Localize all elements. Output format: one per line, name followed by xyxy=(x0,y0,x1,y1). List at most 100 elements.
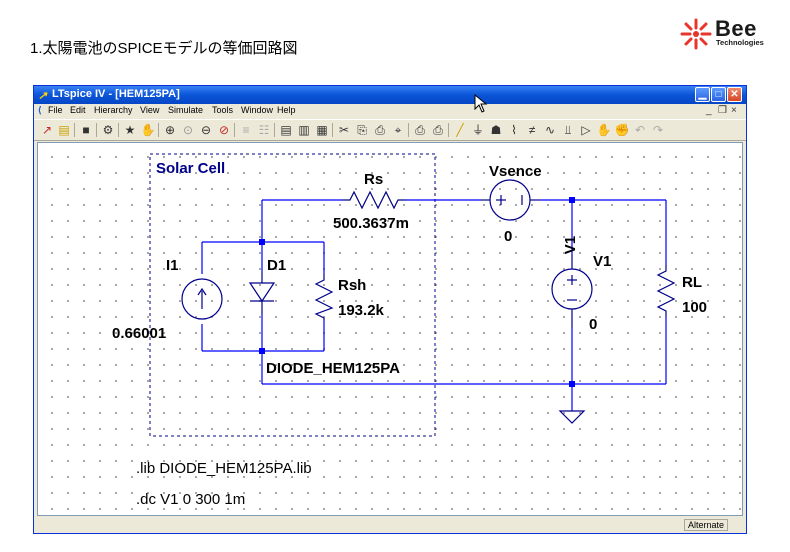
ltspice-app-icon: ↗ xyxy=(38,90,48,102)
print-setup-icon[interactable]: ⎙ xyxy=(412,122,428,138)
vsence-name: Vsence xyxy=(489,163,542,180)
menu-file[interactable]: File xyxy=(48,105,63,115)
diode-icon[interactable]: ⫫ xyxy=(560,122,576,138)
i1-current-source xyxy=(181,278,223,320)
slide-heading: 1.太陽電池のSPICEモデルの等価回路図 xyxy=(30,40,298,57)
rsh-name: Rsh xyxy=(338,277,366,294)
rs-name: Rs xyxy=(364,171,383,188)
cut-icon[interactable]: ✂ xyxy=(336,122,352,138)
v1-net-label: V1 xyxy=(562,236,579,254)
menu-tools[interactable]: Tools xyxy=(212,105,233,115)
menu-simulate[interactable]: Simulate xyxy=(168,105,203,115)
window-titlebar[interactable]: ↗ LTspice IV - [HEM125PA] ▁ □ ✕ xyxy=(34,86,746,104)
menu-hierarchy[interactable]: Hierarchy xyxy=(94,105,133,115)
schematic-canvas[interactable]: Solar Cell Rs 500.3637m Vsence 0 I1 0.66… xyxy=(37,142,743,516)
lib-directive: .lib DIODE_HEM125PA.lib xyxy=(136,460,312,477)
vsence-source xyxy=(480,179,540,221)
toolbar-separator xyxy=(96,123,97,137)
tile-vertical-icon[interactable]: ▥ xyxy=(296,122,312,138)
solar-cell-boundary xyxy=(149,153,436,437)
mdi-close-button[interactable]: × xyxy=(731,105,737,116)
minimize-button[interactable]: ▁ xyxy=(695,87,710,102)
rl-resistor xyxy=(656,265,676,317)
bee-logo-icon xyxy=(680,18,712,50)
ltspice-window: ↗ LTspice IV - [HEM125PA] ▁ □ ✕ ⟨ File E… xyxy=(33,85,747,534)
menu-view[interactable]: View xyxy=(140,105,159,115)
move-icon[interactable]: ✋ xyxy=(596,122,612,138)
inductor-icon[interactable]: ∿ xyxy=(542,122,558,138)
grid-icon[interactable]: ☷ xyxy=(256,122,272,138)
i1-value: 0.66001 xyxy=(112,325,166,342)
v1-value: 0 xyxy=(589,316,597,333)
schematic-drawing: Solar Cell Rs 500.3637m Vsence 0 I1 0.66… xyxy=(112,153,707,508)
mdi-app-icon[interactable]: ⟨ xyxy=(38,105,42,116)
menu-bar: ⟨ File Edit Hierarchy View Simulate Tool… xyxy=(34,104,746,119)
toolbar-separator xyxy=(158,123,159,137)
zoom-out-icon[interactable]: ⊖ xyxy=(198,122,214,138)
rl-value: 100 xyxy=(682,299,707,316)
v1-source xyxy=(551,254,593,328)
ground-symbol xyxy=(558,410,586,424)
zoom-fit-icon[interactable]: ⊘ xyxy=(216,122,232,138)
redo-icon[interactable]: ↷ xyxy=(650,122,666,138)
toolbar-separator xyxy=(448,123,449,137)
mdi-minimize-button[interactable]: _ xyxy=(706,105,712,116)
rsh-resistor xyxy=(314,274,334,320)
zoom-in-icon[interactable]: ⊕ xyxy=(162,122,178,138)
menu-help[interactable]: Help xyxy=(277,105,296,115)
capacitor-icon[interactable]: ≠ xyxy=(524,122,540,138)
open-folder-icon[interactable]: ▤ xyxy=(56,122,72,138)
pan-icon[interactable]: ⊙ xyxy=(180,122,196,138)
menu-edit[interactable]: Edit xyxy=(70,105,86,115)
resistor-icon[interactable]: ⌇ xyxy=(506,122,522,138)
mdi-restore-button[interactable]: ❐ xyxy=(718,105,727,116)
maximize-button[interactable]: □ xyxy=(711,87,726,102)
drag-icon[interactable]: ✊ xyxy=(614,122,630,138)
run-icon[interactable]: ★ xyxy=(122,122,138,138)
wire-icon[interactable]: ╱ xyxy=(452,122,468,138)
status-bar: Alternate xyxy=(34,517,746,533)
halt-icon[interactable]: ✋ xyxy=(140,122,156,138)
dc-directive: .dc V1 0 300 1m xyxy=(136,491,245,508)
rs-resistor xyxy=(342,190,406,210)
label-net-icon[interactable]: ☗ xyxy=(488,122,504,138)
rs-value: 500.3637m xyxy=(333,215,409,232)
rsh-value: 193.2k xyxy=(338,302,385,319)
toolbar-separator xyxy=(274,123,275,137)
junctions xyxy=(259,197,575,387)
d1-diode xyxy=(248,271,276,315)
d1-name: D1 xyxy=(267,257,286,274)
component-icon[interactable]: ▷ xyxy=(578,122,594,138)
save-icon[interactable]: ■ xyxy=(78,122,94,138)
autorange-icon[interactable]: ≡ xyxy=(238,122,254,138)
window-title: LTspice IV - [HEM125PA] xyxy=(52,88,180,100)
v1-name: V1 xyxy=(593,253,611,270)
menu-window[interactable]: Window xyxy=(241,105,273,115)
toolbar-separator xyxy=(332,123,333,137)
new-schematic-icon[interactable]: ↗ xyxy=(39,122,55,138)
print-icon[interactable]: ⎙ xyxy=(430,122,446,138)
close-button[interactable]: ✕ xyxy=(727,87,742,102)
toolbar-separator xyxy=(408,123,409,137)
mouse-cursor-icon xyxy=(474,94,488,113)
control-panel-icon[interactable]: ⚙ xyxy=(100,122,116,138)
cascade-icon[interactable]: ▦ xyxy=(314,122,330,138)
wires xyxy=(201,199,667,411)
solar-cell-label: Solar Cell xyxy=(156,160,225,177)
logo-tagline: Technologies xyxy=(716,38,764,47)
toolbar-separator xyxy=(234,123,235,137)
toolbar: ↗ ▤ ■ ⚙ ★ ✋ ⊕ ⊙ ⊖ ⊘ ≡ ☷ ▤ ▥ ▦ ✂ ⎘ ⎙ ⌖ ⎙ … xyxy=(34,119,746,141)
i1-name: I1 xyxy=(166,257,179,274)
undo-icon[interactable]: ↶ xyxy=(632,122,648,138)
find-icon[interactable]: ⌖ xyxy=(390,122,406,138)
rl-name: RL xyxy=(682,274,702,291)
vsence-value: 0 xyxy=(504,228,512,245)
toolbar-separator xyxy=(118,123,119,137)
paste-icon[interactable]: ⎙ xyxy=(372,122,388,138)
status-mode: Alternate xyxy=(683,519,728,531)
bee-logo: Bee Technologies xyxy=(679,16,779,51)
ground-icon[interactable]: ⏚ xyxy=(470,122,486,138)
toolbar-separator xyxy=(74,123,75,137)
copy-icon[interactable]: ⎘ xyxy=(354,122,370,138)
tile-horizontal-icon[interactable]: ▤ xyxy=(278,122,294,138)
